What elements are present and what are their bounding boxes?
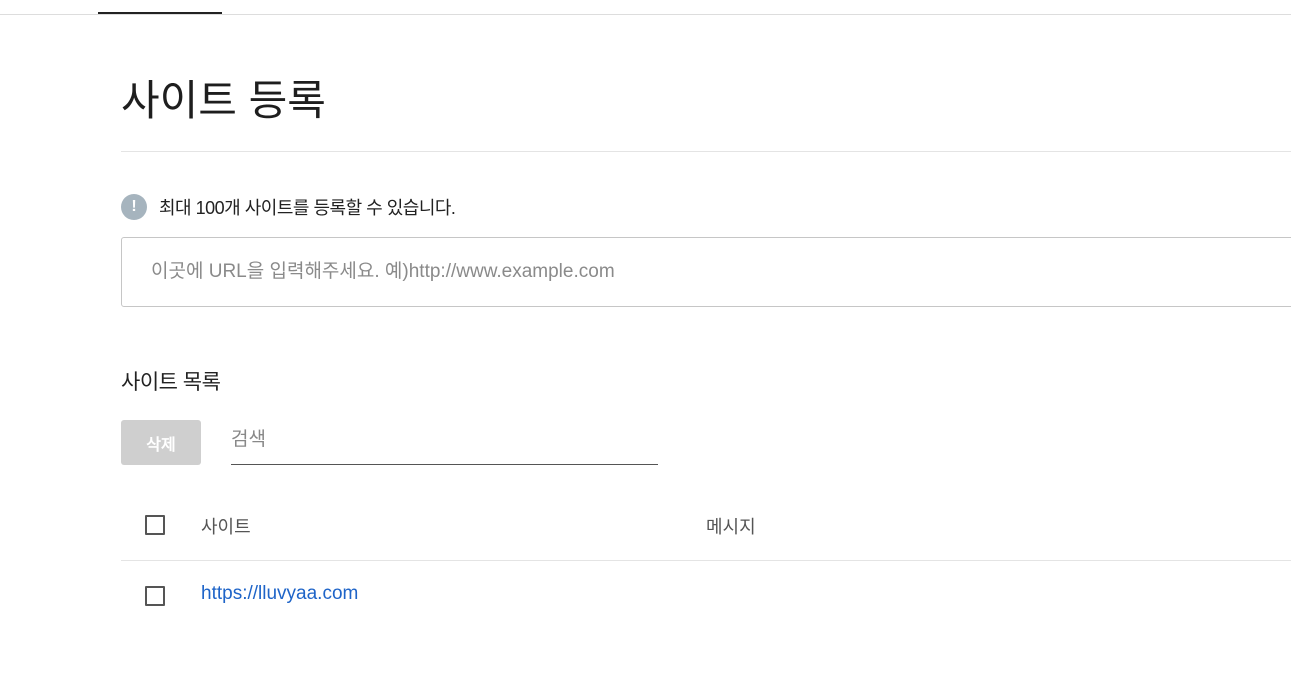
column-header-site: 사이트: [201, 517, 251, 537]
delete-button[interactable]: 삭제: [121, 420, 201, 465]
search-input[interactable]: [231, 420, 658, 465]
notice: ! 최대 100개 사이트를 등록할 수 있습니다.: [121, 194, 456, 220]
column-header-message: 메시지: [706, 517, 756, 537]
select-all-checkbox[interactable]: [145, 515, 165, 535]
url-input[interactable]: [121, 237, 1291, 307]
exclamation-circle-icon: !: [121, 194, 147, 220]
table-row: https://lluvyaa.com: [121, 561, 1291, 627]
top-divider: [0, 14, 1291, 15]
page-title: 사이트 등록: [121, 77, 326, 124]
notice-text: 최대 100개 사이트를 등록할 수 있습니다.: [159, 198, 456, 218]
table-header: 사이트 메시지: [121, 490, 1291, 561]
row-checkbox[interactable]: [145, 586, 165, 606]
site-link[interactable]: https://lluvyaa.com: [201, 583, 358, 605]
title-divider: [121, 151, 1291, 152]
active-tab-indicator: [98, 12, 222, 14]
site-list-title: 사이트 목록: [121, 371, 221, 394]
